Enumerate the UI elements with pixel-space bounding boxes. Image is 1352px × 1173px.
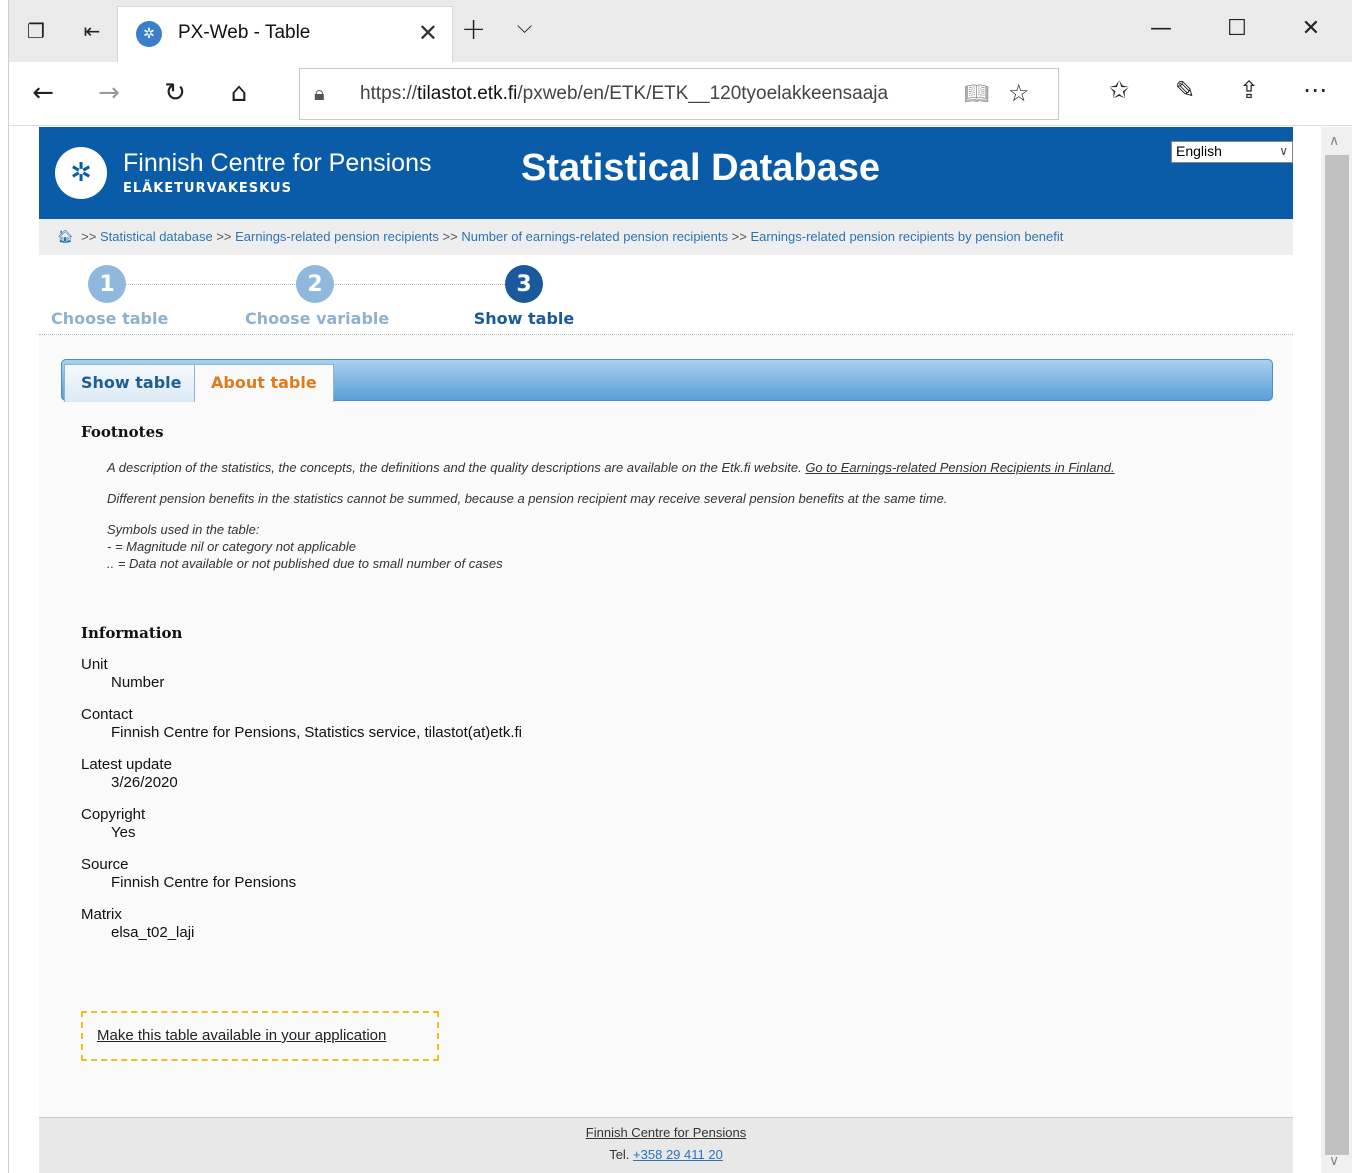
info-contact: Contact Finnish Centre for Pensions, Sta… — [81, 706, 522, 741]
page-footer: Finnish Centre for Pensions Tel. +358 29… — [39, 1117, 1293, 1173]
info-source: Source Finnish Centre for Pensions — [81, 856, 297, 891]
etk-logo-icon[interactable]: ✲ — [55, 147, 107, 199]
database-title: Statistical Database — [521, 147, 881, 189]
pen-notes-icon[interactable]: ✎ — [1167, 76, 1203, 104]
footnote-summing: Different pension benefits in the statis… — [107, 491, 948, 506]
browser-tab[interactable]: ✲ PX-Web - Table ✕ — [117, 6, 453, 62]
language-select[interactable]: English ∨ — [1171, 141, 1293, 163]
share-icon[interactable]: ⇪ — [1231, 76, 1267, 104]
forward-icon[interactable]: → — [89, 78, 129, 108]
scroll-thumb[interactable] — [1325, 155, 1349, 1155]
info-latest-update: Latest update 3/26/2020 — [81, 756, 178, 791]
step-choose-variable[interactable]: 2 Choose variable — [245, 265, 389, 328]
chevron-down-icon: ∨ — [1279, 144, 1288, 158]
about-content: Footnotes A description of the statistic… — [81, 423, 1261, 942]
set-tabs-aside-icon[interactable]: ⇤ — [79, 18, 105, 44]
scroll-down-icon[interactable]: ∨ — [1329, 1153, 1339, 1169]
favorite-star-icon[interactable]: ☆ — [1008, 79, 1030, 107]
tab-preview-chevron-icon[interactable]: ⌵ — [517, 14, 532, 38]
refresh-icon[interactable]: ↻ — [155, 78, 195, 108]
maximize-icon[interactable]: ☐ — [1217, 16, 1257, 41]
footnote-symbols: Symbols used in the table: - = Magnitude… — [107, 522, 503, 571]
lock-icon[interactable]: 🔒︎ — [314, 81, 325, 105]
info-matrix: Matrix elsa_t02_laji — [81, 906, 195, 941]
site-favicon-icon: ✲ — [136, 21, 162, 47]
site-banner: ✲ Finnish Centre for Pensions ELÄKETURVA… — [39, 127, 1293, 219]
crumb-recipients-by-benefit[interactable]: Earnings-related pension recipients by p… — [750, 229, 1063, 244]
reading-view-icon[interactable]: 📖︎ — [964, 81, 989, 105]
info-unit: Unit Number — [81, 656, 165, 691]
information-title: Information — [81, 624, 183, 642]
tab-title: PX-Web - Table — [178, 22, 311, 43]
address-toolbar: ← → ↻ ⌂ 🔒︎ https://tilastot.etk.fi/pxweb… — [9, 62, 1352, 126]
statistics-info-link[interactable]: Go to Earnings-related Pension Recipient… — [805, 460, 1114, 475]
page-scrollbar[interactable]: ∧ ∨ — [1321, 127, 1352, 1173]
info-copyright: Copyright Yes — [81, 806, 146, 841]
home-crumb-icon[interactable]: 🏠︎ — [57, 229, 74, 244]
favorites-list-icon[interactable]: ✩ — [1101, 76, 1137, 104]
footer-org-link[interactable]: Finnish Centre for Pensions — [586, 1125, 746, 1140]
url-text[interactable]: https://tilastot.etk.fi/pxweb/en/ETK/ETK… — [360, 83, 940, 105]
step-choose-table[interactable]: 1 Choose table — [51, 265, 168, 328]
home-icon[interactable]: ⌂ — [219, 78, 259, 108]
more-menu-icon[interactable]: ⋯ — [1297, 76, 1333, 104]
tab-bar: ❐ ⇤ ✲ PX-Web - Table ✕ + ⌵ — ☐ ✕ — [9, 0, 1352, 62]
address-bar[interactable]: 🔒︎ https://tilastot.etk.fi/pxweb/en/ETK/… — [299, 68, 1059, 120]
org-name[interactable]: Finnish Centre for Pensions — [123, 149, 431, 178]
step-show-table: 3 Show table — [471, 265, 577, 328]
crumb-earnings-related-recipients[interactable]: Earnings-related pension recipients — [235, 229, 439, 244]
tab-actions-icon[interactable]: ❐ — [23, 18, 49, 44]
crumb-statistical-database[interactable]: Statistical database — [100, 229, 213, 244]
minimize-icon[interactable]: — — [1141, 16, 1181, 41]
close-window-icon[interactable]: ✕ — [1291, 16, 1331, 41]
scroll-up-icon[interactable]: ∧ — [1329, 133, 1339, 149]
tab-about-table[interactable]: About table — [194, 364, 334, 402]
api-link-box: Make this table available in your applic… — [81, 1011, 439, 1061]
new-tab-icon[interactable]: + — [461, 12, 486, 47]
breadcrumb: 🏠︎ >> Statistical database >> Earnings-r… — [39, 219, 1293, 255]
crumb-number-of-recipients[interactable]: Number of earnings-related pension recip… — [461, 229, 728, 244]
footnote-description: A description of the statistics, the con… — [107, 460, 1115, 475]
page: ✲ Finnish Centre for Pensions ELÄKETURVA… — [39, 127, 1293, 1173]
wizard-steps: 1 Choose table 2 Choose variable 3 Show … — [39, 255, 1293, 335]
back-icon[interactable]: ← — [23, 78, 63, 108]
org-subname: ELÄKETURVAKESKUS — [123, 181, 292, 196]
page-viewport: ✲ Finnish Centre for Pensions ELÄKETURVA… — [9, 127, 1321, 1173]
api-link[interactable]: Make this table available in your applic… — [97, 1027, 386, 1044]
footnotes-title: Footnotes — [81, 423, 164, 441]
footer-tel-link[interactable]: +358 29 411 20 — [633, 1147, 723, 1162]
page-tabs: Show table About table — [61, 359, 1273, 402]
footnotes: A description of the statistics, the con… — [107, 459, 1261, 572]
tab-show-table[interactable]: Show table — [64, 364, 199, 402]
browser-window: ❐ ⇤ ✲ PX-Web - Table ✕ + ⌵ — ☐ ✕ ← → ↻ ⌂… — [8, 0, 1352, 1173]
close-tab-icon[interactable]: ✕ — [418, 19, 438, 47]
